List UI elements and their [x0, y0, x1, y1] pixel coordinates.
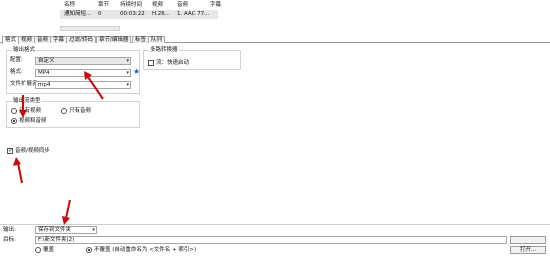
output-type-title: 输出流类型 [12, 98, 42, 105]
only-video-label: 只有视频 [19, 108, 42, 114]
format-panel: 输出格式 配置: 自定义 ▾ 格式: MP4 ▾ ★ 文件扩展名: mp4 ▾ … [0, 44, 550, 222]
row-audio: 1. AAC 77... [177, 11, 210, 17]
destination-extra-button[interactable] [510, 236, 546, 244]
output-format-group: 输出格式 配置: 自定义 ▾ 格式: MP4 ▾ ★ 文件扩展名: mp4 ▾ [6, 47, 140, 94]
horizontal-scrollbar[interactable] [60, 26, 120, 31]
row-duration: 00:03:22 [120, 11, 145, 17]
destination-label: 目标: [3, 237, 16, 243]
tab-subtitle[interactable]: 字幕 [50, 36, 68, 43]
row-video: H.26... [152, 11, 171, 17]
preset-value: 自定义 [38, 58, 55, 64]
av-sync-label: 音频/视频同步 [15, 148, 50, 154]
tab-video[interactable]: 视频 [18, 36, 36, 43]
tab-queue[interactable]: 队列 [148, 36, 166, 43]
only-audio-label: 只有音频 [69, 108, 92, 114]
extension-value: mp4 [38, 82, 51, 88]
multiplexer-group: 多路转换器 流：快速启动 [143, 47, 241, 70]
chevron-down-icon: ▾ [126, 82, 129, 88]
output-select[interactable]: 保存到文件夹 ▾ [35, 226, 97, 234]
multiplexer-title: 多路转换器 [149, 47, 179, 54]
only-video-radio[interactable] [11, 108, 17, 114]
video-audio-label: 视频和音频 [19, 118, 47, 124]
format-select[interactable]: MP4 ▾ [35, 69, 131, 77]
tab-tags[interactable]: 标签 [132, 36, 150, 43]
column-header-video[interactable]: 视频 [152, 2, 163, 9]
open-button[interactable]: 打开... [510, 246, 546, 254]
format-value: MP4 [38, 70, 50, 76]
overwrite-label: 覆盖 [43, 247, 55, 253]
av-sync-checkbox[interactable] [7, 147, 13, 155]
extension-select[interactable]: mp4 ▾ [35, 81, 131, 89]
video-audio-radio[interactable] [11, 118, 17, 124]
preset-label: 配置: [10, 57, 23, 63]
output-label: 输出: [3, 227, 16, 233]
format-label: 格式: [10, 69, 23, 75]
output-value: 保存到文件夹 [38, 227, 72, 233]
output-format-title: 输出格式 [12, 47, 37, 54]
fast-start-label: 流：快速启动 [156, 60, 190, 66]
tab-bar: 格式 视频 音频 字幕 过滤/转码 章节/编辑器 标签 队列 [0, 36, 550, 44]
column-header-chapters[interactable]: 章节 [98, 2, 109, 9]
no-overwrite-label: 不覆盖 (自动重命名为 <文件名 + 索引>) [94, 247, 197, 253]
no-overwrite-radio[interactable] [86, 247, 92, 253]
only-audio-radio[interactable] [61, 108, 67, 114]
star-icon[interactable]: ★ [133, 68, 140, 76]
preset-select[interactable]: 自定义 ▾ [35, 57, 131, 65]
file-list-row[interactable]: 通知简短... 0 00:03:22 H.26... 1. AAC 77... [60, 10, 218, 19]
row-name: 通知简短... [64, 11, 92, 17]
divider [0, 224, 550, 225]
destination-value: F:\新文件夹(2) [38, 237, 75, 243]
output-type-group: 输出流类型 只有视频 只有音频 视频和音频 [6, 98, 140, 128]
column-header-audio[interactable]: 音频 [177, 2, 188, 9]
column-header-name[interactable]: 名称 [64, 2, 75, 9]
column-header-subtitle[interactable]: 字幕 [210, 2, 221, 9]
file-list: 名称 章节 持续时间 视频 音频 字幕 通知简短... 0 00:03:22 H… [0, 0, 550, 33]
file-list-header: 名称 章节 持续时间 视频 音频 字幕 [0, 2, 550, 9]
tab-format[interactable]: 格式 [2, 36, 20, 44]
row-chapters: 0 [98, 11, 102, 17]
overwrite-radio[interactable] [35, 247, 41, 253]
tab-filter[interactable]: 过滤/转码 [66, 36, 96, 43]
fast-start-checkbox[interactable] [148, 60, 154, 66]
destination-input[interactable]: F:\新文件夹(2) [35, 236, 507, 244]
chevron-down-icon: ▾ [126, 58, 129, 64]
column-header-duration[interactable]: 持续时间 [120, 2, 142, 9]
tab-audio[interactable]: 音频 [34, 36, 52, 43]
chevron-down-icon: ▾ [92, 227, 95, 233]
chevron-down-icon: ▾ [126, 70, 129, 76]
tab-chapters[interactable]: 章节/编辑器 [96, 36, 132, 43]
